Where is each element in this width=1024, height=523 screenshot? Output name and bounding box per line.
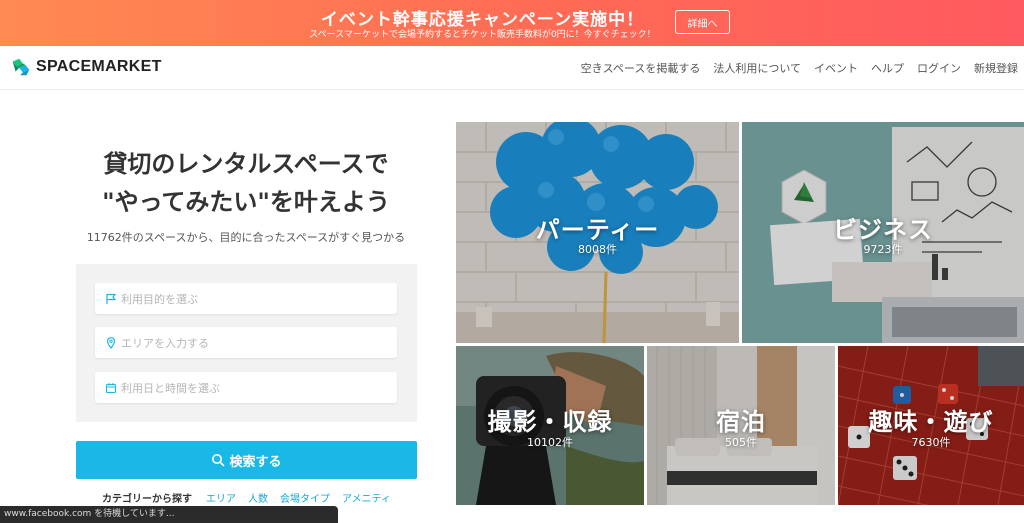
hero-title: 貸切のレンタルスペースで "やってみたい"を叶えよう (76, 145, 416, 221)
logo-text: SPACEMARKET (36, 58, 162, 75)
top-nav: SPACEMARKET 空きスペースを掲載する 法人利用について イベント ヘル… (0, 46, 1024, 90)
nav-link-help[interactable]: ヘルプ (871, 60, 904, 76)
tile-party-name: パーティー (535, 216, 660, 244)
nav-link-event[interactable]: イベント (814, 60, 858, 76)
tile-party[interactable]: パーティー 8008件 (456, 122, 739, 343)
hero-title-line1: 貸切のレンタルスペースで (103, 150, 389, 178)
promo-details-button[interactable]: 詳細へ (675, 10, 730, 34)
area-input[interactable]: エリアを入力する (95, 327, 397, 358)
promo-banner[interactable]: イベント幹事応援キャンペーン実施中！ スペースマーケットで会場予約するとチケット… (0, 0, 1024, 46)
tile-photo-recording-name: 撮影・収録 (487, 408, 613, 436)
tile-business-count: 9723件 (863, 243, 903, 256)
category-link-amenity[interactable]: アメニティ (342, 490, 391, 505)
search-button-label: 検索する (229, 454, 282, 470)
tile-photo-recording-count: 10102件 (527, 436, 573, 449)
tile-business-name: ビジネス (833, 216, 933, 244)
tile-stay-count: 505件 (725, 436, 757, 449)
search-panel: 利用目的を選ぶ エリアを入力する 利用日と時間を選ぶ (76, 264, 417, 422)
nav-link-corporate[interactable]: 法人利用について (713, 60, 801, 76)
nav-links: 空きスペースを掲載する 法人利用について イベント ヘルプ ログイン 新規登録 (581, 60, 1018, 76)
flag-icon (106, 293, 117, 304)
promo-subtitle: スペースマーケットで会場予約するとチケット販売手数料が0円に！今すぐチェック！ (309, 30, 656, 40)
tile-business[interactable]: ビジネス 9723件 (742, 122, 1024, 343)
tile-hobby-name: 趣味・遊び (868, 408, 994, 436)
category-link-area[interactable]: エリア (206, 490, 236, 505)
category-label: カテゴリーから探す (102, 494, 192, 505)
nav-link-list-space[interactable]: 空きスペースを掲載する (581, 60, 701, 76)
search-button[interactable]: 検索する (76, 441, 417, 479)
tile-stay[interactable]: 宿泊 505件 (647, 346, 835, 505)
purpose-placeholder: 利用目的を選ぶ (121, 292, 198, 306)
tile-hobby[interactable]: 趣味・遊び 7630件 (838, 346, 1024, 505)
hero-title-line2: "やってみたい"を叶えよう (102, 188, 390, 216)
tile-photo-recording[interactable]: 撮影・収録 10102件 (456, 346, 644, 505)
location-pin-icon (106, 336, 116, 349)
date-select[interactable]: 利用日と時間を選ぶ (95, 372, 397, 403)
purpose-select[interactable]: 利用目的を選ぶ (95, 283, 397, 314)
date-placeholder: 利用日と時間を選ぶ (121, 381, 220, 395)
nav-link-signup[interactable]: 新規登録 (974, 60, 1018, 76)
calendar-icon (105, 382, 117, 393)
area-placeholder: エリアを入力する (121, 336, 209, 350)
search-icon (212, 454, 226, 467)
category-link-venue-type[interactable]: 会場タイプ (280, 490, 330, 505)
logo[interactable]: SPACEMARKET (10, 56, 162, 78)
tile-stay-name: 宿泊 (716, 408, 766, 436)
nav-link-login[interactable]: ログイン (917, 60, 961, 76)
browser-status-bar: www.facebook.com を待機しています... (0, 506, 338, 523)
spacemarket-logo-icon (12, 58, 30, 76)
category-links: カテゴリーから探す エリア 人数 会場タイプ アメニティ (102, 490, 391, 505)
tile-party-count: 8008件 (578, 243, 617, 256)
category-link-capacity[interactable]: 人数 (248, 490, 268, 505)
tile-hobby-count: 7630件 (911, 436, 951, 449)
hero-subtitle: 11762件のスペースから、目的に合ったスペースがすぐ見つかる (86, 231, 406, 244)
